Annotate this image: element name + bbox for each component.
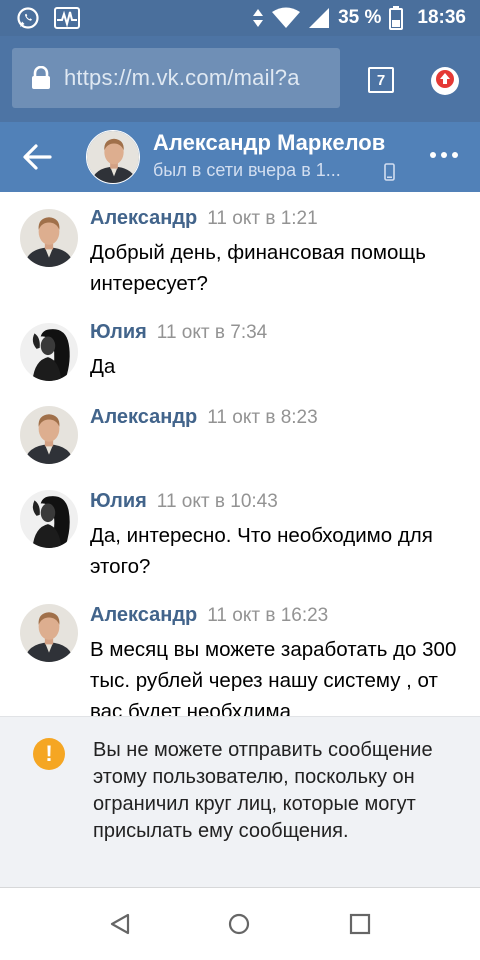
message-header: Юлия 11 окт в 10:43 xyxy=(90,490,278,513)
clock: 18:36 xyxy=(417,7,466,28)
message-time: 11 окт в 8:23 xyxy=(207,407,318,428)
message-time: 11 окт в 7:34 xyxy=(156,322,268,343)
back-arrow-icon[interactable] xyxy=(22,143,52,171)
contact-last-seen: был в сети вчера в 1... xyxy=(153,160,341,180)
nav-recents-icon[interactable] xyxy=(349,913,371,940)
sender-avatar[interactable] xyxy=(20,490,78,548)
sender-name[interactable]: Юлия xyxy=(90,321,147,343)
message-header: Александр 11 окт в 8:23 xyxy=(90,406,318,429)
header-avatar[interactable] xyxy=(86,130,140,184)
update-arrow-icon xyxy=(435,69,455,94)
url-text: https://m.vk.com/mail?a xyxy=(64,65,300,90)
more-options-icon[interactable] xyxy=(430,152,458,158)
signal-icon xyxy=(308,7,330,29)
battery-percent: 35 % xyxy=(338,7,382,28)
contact-name: Александр Маркелов xyxy=(153,130,386,155)
battery-icon xyxy=(389,6,404,30)
message-text: Да, интересно. Что необходимо для этого? xyxy=(90,524,433,578)
sender-name[interactable]: Александр xyxy=(90,406,197,428)
whatsapp-icon xyxy=(16,6,40,30)
sender-avatar[interactable] xyxy=(20,209,78,267)
sender-avatar[interactable] xyxy=(20,406,78,464)
chat-header: Александр Маркелов был в сети вчера в 1.… xyxy=(0,122,480,192)
message-time: 11 окт в 10:43 xyxy=(156,491,278,512)
nav-home-icon[interactable] xyxy=(228,913,250,940)
message-header: Александр 11 окт в 16:23 xyxy=(90,604,328,627)
sender-name[interactable]: Александр xyxy=(90,604,197,626)
message-time: 11 окт в 1:21 xyxy=(207,208,318,229)
tabs-button[interactable]: 7 xyxy=(368,67,394,93)
status-bar: 35 % 18:36 xyxy=(0,0,480,36)
mobile-phone-icon xyxy=(384,163,395,181)
lock-icon xyxy=(30,65,52,90)
message-text: Добрый день, финансовая помощь интересуе… xyxy=(90,241,426,295)
system-navigation-bar xyxy=(0,888,480,960)
data-arrows-icon xyxy=(252,8,264,28)
sender-avatar[interactable] xyxy=(20,604,78,662)
sender-name[interactable]: Юлия xyxy=(90,490,147,512)
update-button[interactable] xyxy=(431,67,459,95)
write-restricted-notice: ! Вы не можете отправить сообщение этому… xyxy=(0,716,480,888)
message-text: В месяц вы можете заработать до 300 тыс.… xyxy=(90,638,457,716)
nav-back-icon[interactable] xyxy=(109,913,131,940)
message-header: Юлия 11 окт в 7:34 xyxy=(90,321,267,344)
message-time: 11 окт в 16:23 xyxy=(207,605,329,626)
warning-icon: ! xyxy=(33,738,65,770)
sender-avatar[interactable] xyxy=(20,323,78,381)
tabs-count: 7 xyxy=(376,71,386,89)
sender-name[interactable]: Александр xyxy=(90,207,197,229)
notice-text: Вы не можете отправить сообщение этому п… xyxy=(93,739,433,842)
message-text: Да xyxy=(90,355,116,378)
message-header: Александр 11 окт в 1:21 xyxy=(90,207,318,230)
wifi-icon xyxy=(272,7,301,29)
message-list: Александр 11 окт в 1:21 Добрый день, фина… xyxy=(0,192,480,716)
pulse-icon xyxy=(54,7,80,29)
browser-toolbar: https://m.vk.com/mail?a 7 xyxy=(0,36,480,122)
address-bar[interactable]: https://m.vk.com/mail?a xyxy=(12,48,340,108)
